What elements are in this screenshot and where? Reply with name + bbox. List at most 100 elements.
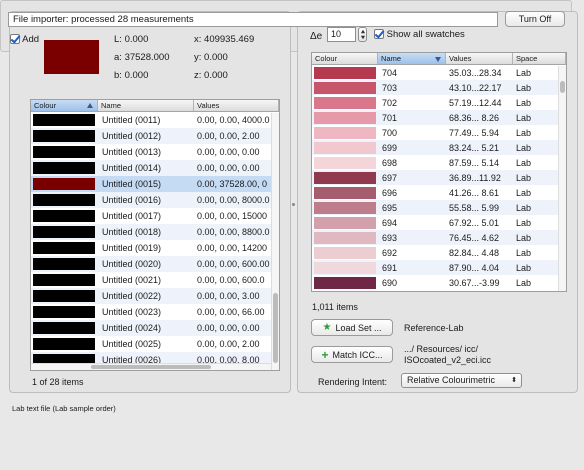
measurement-row[interactable]: Untitled (0024) 0.00, 0.00, 0.00 — [31, 320, 279, 336]
row-colour-cell — [31, 338, 98, 350]
ref-values-column-header[interactable]: Values — [446, 53, 513, 64]
name-column-header[interactable]: Name — [98, 100, 194, 111]
swatch-row[interactable]: 691 87.90... 4.04 Lab — [312, 260, 566, 275]
swatch-row[interactable]: 702 57.19...12.44 Lab — [312, 95, 566, 110]
row-values-cell: 0.00, 0.00, 0.00 — [197, 323, 260, 333]
swatch-row[interactable]: 697 36.89...11.92 Lab — [312, 170, 566, 185]
measurement-row[interactable]: Untitled (0019) 0.00, 0.00, 14200 — [31, 240, 279, 256]
match-icc-button[interactable]: + Match ICC... — [311, 346, 393, 363]
row-name-cell: Untitled (0019) — [102, 243, 162, 253]
reference-table-body: 704 35.03...28.34 Lab 703 43.10...22.17 Lab 70… — [312, 65, 566, 290]
row-colour-swatch — [33, 146, 95, 158]
delta-e-stepper[interactable] — [358, 27, 367, 42]
reference-vertical-scrollbar[interactable] — [558, 66, 566, 291]
swatch-row[interactable]: 694 67.92... 5.01 Lab — [312, 215, 566, 230]
current-colour-swatch — [44, 40, 99, 74]
measurement-row[interactable]: Untitled (0013) 0.00, 0.00, 0.00 — [31, 144, 279, 160]
swatch-values-cell: 55.58... 5.99 — [449, 202, 500, 213]
section-title: Lab text file (Lab sample order) — [12, 404, 116, 413]
swatch-row[interactable]: 700 77.49... 5.94 Lab — [312, 125, 566, 140]
measurement-row[interactable]: Untitled (0022) 0.00, 0.00, 3.00 — [31, 288, 279, 304]
row-colour-cell — [31, 114, 98, 126]
stepper-down-icon[interactable] — [360, 36, 365, 40]
ref-space-column-header[interactable]: Space — [513, 53, 566, 64]
add-checkbox[interactable]: Add — [10, 34, 39, 45]
measurement-row[interactable]: Untitled (0023) 0.00, 0.00, 66.00 — [31, 304, 279, 320]
swatch-row[interactable]: 693 76.45... 4.62 Lab — [312, 230, 566, 245]
swatch-colour-cell — [312, 156, 378, 169]
swatch-values-cell: 82.84... 4.48 — [449, 247, 500, 258]
measurement-row[interactable]: Untitled (0021) 0.00, 0.00, 600.0 — [31, 272, 279, 288]
measurements-vertical-scrollbar[interactable] — [271, 113, 279, 370]
swatch-row[interactable]: 698 87.59... 5.14 Lab — [312, 155, 566, 170]
measurement-row[interactable]: Untitled (0012) 0.00, 0.00, 2.00 — [31, 128, 279, 144]
horizontal-scroll-thumb[interactable] — [91, 365, 211, 369]
row-colour-swatch — [33, 226, 95, 238]
rendering-intent-select[interactable]: Relative Colourimetric ⬍ — [401, 373, 522, 388]
measurement-panel: L: 0.000 a: 37528.000 b: 0.000 x: 409935… — [9, 11, 291, 393]
swatch-row[interactable]: 696 41.26... 8.61 Lab — [312, 185, 566, 200]
turn-off-button[interactable]: Turn Off — [505, 11, 565, 27]
swatch-values-cell: 67.92... 5.01 — [449, 217, 500, 228]
splitter-handle[interactable] — [292, 203, 295, 206]
a-coord: a: 37528.000 — [114, 52, 170, 63]
measurement-row[interactable]: Untitled (0014) 0.00, 0.00, 0.00 — [31, 160, 279, 176]
swatch-colour-cell — [312, 126, 378, 139]
delta-e-input[interactable]: 10 — [327, 27, 356, 42]
row-colour-swatch — [33, 290, 95, 302]
swatch-colour-cell — [312, 231, 378, 244]
swatch-values-cell: 41.26... 8.61 — [449, 187, 500, 198]
swatch-colour — [314, 186, 376, 199]
swatch-values-cell: 57.19...12.44 — [449, 97, 502, 108]
row-colour-swatch — [33, 210, 95, 222]
reference-scroll-thumb[interactable] — [560, 81, 565, 93]
swatch-row[interactable]: 699 83.24... 5.21 Lab — [312, 140, 566, 155]
reference-table-header: Colour Name Values Space — [312, 53, 566, 65]
measurements-horizontal-scrollbar[interactable] — [31, 363, 271, 370]
swatch-colour-cell — [312, 96, 378, 109]
row-name-cell: Untitled (0011) — [102, 115, 161, 125]
row-colour-swatch — [33, 242, 95, 254]
swatch-name-cell: 691 — [382, 262, 398, 273]
swatch-row[interactable]: 690 30.67...-3.99 Lab — [312, 275, 566, 290]
swatch-values-cell: 30.67...-3.99 — [449, 277, 500, 288]
row-colour-cell — [31, 370, 98, 371]
swatch-row[interactable]: 701 68.36... 8.26 Lab — [312, 110, 566, 125]
swatch-colour-cell — [312, 111, 378, 124]
swatch-row[interactable]: 703 43.10...22.17 Lab — [312, 80, 566, 95]
measurement-row[interactable]: Untitled (0015) 0.00, 37528.00, 0 — [31, 176, 279, 192]
reference-swatches-table[interactable]: Colour Name Values Space 704 35.03...28.3… — [311, 52, 567, 292]
swatch-row[interactable]: 692 82.84... 4.48 Lab — [312, 245, 566, 260]
measurement-row[interactable]: Untitled (0018) 0.00, 0.00, 8800.0 — [31, 224, 279, 240]
swatch-name-cell: 692 — [382, 247, 398, 258]
values-column-header[interactable]: Values — [194, 100, 279, 111]
measurement-row[interactable]: Untitled (0011) 0.00, 0.00, 4000.0 — [31, 112, 279, 128]
checkbox-icon[interactable] — [374, 29, 384, 40]
measurement-row[interactable]: Untitled (0016) 0.00, 0.00, 8000.0 — [31, 192, 279, 208]
swatch-row[interactable]: 695 55.58... 5.99 Lab — [312, 200, 566, 215]
swatch-row[interactable]: 704 35.03...28.34 Lab — [312, 65, 566, 80]
measurements-table[interactable]: Colour Name Values Untitled (0011) 0.00, … — [30, 99, 280, 371]
row-values-cell: 0.00, 0.00, 0.00 — [197, 147, 260, 157]
measurement-row[interactable]: Untitled (0020) 0.00, 0.00, 600.00 — [31, 256, 279, 272]
measurement-row[interactable]: Untitled (0017) 0.00, 0.00, 15000 — [31, 208, 279, 224]
show-all-swatches-checkbox[interactable]: Show all swatches — [374, 29, 465, 40]
add-checkbox-icon[interactable] — [10, 34, 20, 45]
ref-colour-column-header[interactable]: Colour — [312, 53, 378, 64]
row-values-cell: 0.00, 0.00, 600.0 — [197, 275, 265, 285]
colour-column-header[interactable]: Colour — [31, 100, 98, 111]
swatch-values-cell: 76.45... 4.62 — [449, 232, 500, 243]
stepper-up-icon[interactable] — [360, 29, 365, 33]
importer-status-field[interactable]: File importer: processed 28 measurements — [8, 12, 498, 27]
load-set-button[interactable]: ★ Load Set ... — [311, 319, 393, 336]
icc-path-line1: .../ Resources/ icc/ — [404, 344, 479, 354]
row-name-cell: Untitled (0021) — [102, 275, 162, 285]
swatch-colour-cell — [312, 81, 378, 94]
swatch-name-cell: 696 — [382, 187, 398, 198]
row-values-cell: 0.00, 0.00, 8000.0 — [197, 195, 270, 205]
vertical-scroll-thumb[interactable] — [273, 293, 278, 363]
row-colour-cell — [31, 226, 98, 238]
row-colour-swatch — [33, 114, 95, 126]
ref-name-column-header[interactable]: Name — [378, 53, 446, 64]
measurement-row[interactable]: Untitled (0025) 0.00, 0.00, 2.00 — [31, 336, 279, 352]
